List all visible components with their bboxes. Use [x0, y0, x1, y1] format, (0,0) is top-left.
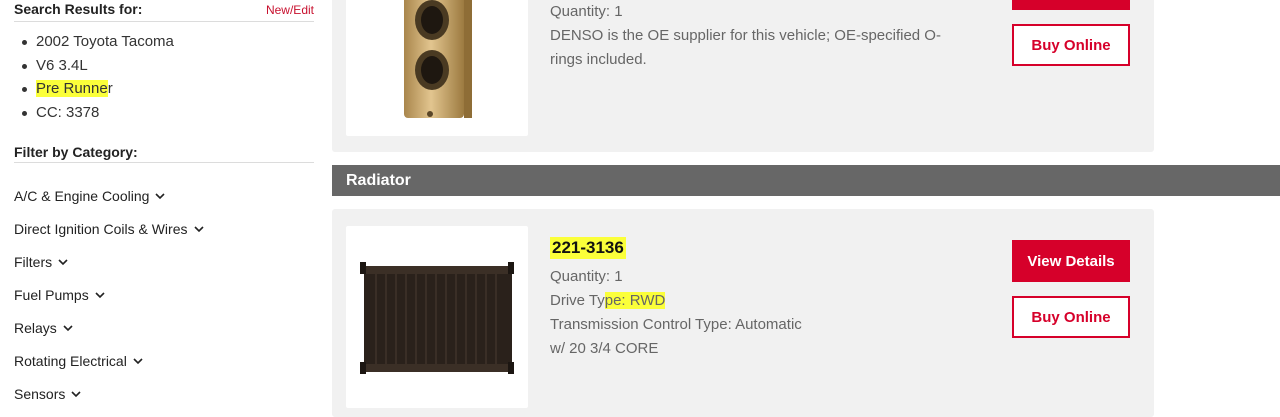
search-results-header: Search Results for: New/Edit — [14, 0, 314, 22]
category-label: Filters — [14, 253, 53, 270]
buy-online-button[interactable]: Buy Online — [1012, 24, 1130, 66]
chevron-down-icon — [63, 324, 73, 331]
category-label: Sensors — [14, 385, 66, 402]
quantity-text: Quantity: 1 — [550, 268, 623, 285]
core-size: w/ 20 3/4 CORE — [550, 340, 659, 357]
part-number-text: 221-3136 — [550, 237, 626, 259]
results-panel: Quantity: 1 DENSO is the OE supplier for… — [332, 0, 1280, 417]
search-results-title: Search Results for: — [14, 1, 143, 17]
chevron-down-icon — [155, 192, 165, 199]
category-label: A/C & Engine Cooling — [14, 187, 150, 204]
category-list: A/C & Engine Cooling Direct Ignition Coi… — [14, 179, 314, 410]
product-card-radiator: 221-3136 Quantity: 1 Drive Type: RWD Tra… — [332, 209, 1154, 417]
view-details-button[interactable]: View Details — [1012, 240, 1130, 282]
section-header-radiator: Radiator — [332, 165, 1280, 196]
category-ignition-coils[interactable]: Direct Ignition Coils & Wires — [14, 212, 314, 245]
product-image-box[interactable] — [346, 0, 528, 136]
category-ac-engine-cooling[interactable]: A/C & Engine Cooling — [14, 179, 314, 212]
category-filters[interactable]: Filters — [14, 245, 314, 278]
drive-type: Drive Type: RWD — [550, 289, 802, 313]
chevron-down-icon — [193, 225, 204, 232]
product-info: 221-3136 Quantity: 1 Drive Type: RWD Tra… — [550, 237, 802, 361]
vehicle-trim-rest: r — [107, 80, 113, 97]
new-edit-link[interactable]: New/Edit — [266, 3, 314, 17]
quantity-text: Quantity: 1 — [550, 3, 623, 20]
category-sensors[interactable]: Sensors — [14, 377, 314, 410]
product-image-box[interactable] — [346, 226, 528, 408]
category-relays[interactable]: Relays — [14, 311, 314, 344]
view-details-button[interactable] — [1012, 0, 1130, 10]
page: Search Results for: New/Edit 2002 Toyota… — [0, 0, 1280, 417]
vehicle-engine: V6 3.4L — [22, 54, 314, 78]
drive-type-prefix: Drive Ty — [550, 292, 605, 309]
category-label: Relays — [14, 319, 57, 336]
buy-online-button[interactable]: Buy Online — [1012, 296, 1130, 338]
vehicle-trim-highlight: Pre Runne — [36, 80, 108, 97]
transmission-type: Transmission Control Type: Automatic — [550, 316, 802, 333]
product-card-expansion-valve: Quantity: 1 DENSO is the OE supplier for… — [332, 0, 1154, 152]
category-rotating-electrical[interactable]: Rotating Electrical — [14, 344, 314, 377]
category-label: Fuel Pumps — [14, 286, 89, 303]
product-info: Quantity: 1 DENSO is the OE supplier for… — [550, 0, 970, 72]
filter-by-category-title: Filter by Category: — [14, 144, 314, 163]
part-number[interactable]: 221-3136 — [550, 237, 802, 259]
product-description: DENSO is the OE supplier for this vehicl… — [550, 27, 941, 68]
chevron-down-icon — [71, 390, 81, 397]
chevron-down-icon — [133, 357, 143, 364]
vehicle-year-make-model: 2002 Toyota Tacoma — [22, 30, 314, 54]
vehicle-cc: CC: 3378 — [22, 101, 314, 125]
sidebar: Search Results for: New/Edit 2002 Toyota… — [14, 0, 314, 410]
category-label: Rotating Electrical — [14, 352, 127, 369]
category-fuel-pumps[interactable]: Fuel Pumps — [14, 278, 314, 311]
radiator-image — [360, 262, 514, 374]
vehicle-trim: Pre Runner — [22, 77, 314, 101]
expansion-valve-image — [404, 0, 472, 118]
vehicle-summary: 2002 Toyota Tacoma V6 3.4L Pre Runner CC… — [22, 30, 314, 124]
drive-type-highlight: pe: RWD — [604, 292, 666, 309]
category-label: Direct Ignition Coils & Wires — [14, 220, 188, 237]
chevron-down-icon — [58, 258, 68, 265]
chevron-down-icon — [95, 291, 105, 298]
